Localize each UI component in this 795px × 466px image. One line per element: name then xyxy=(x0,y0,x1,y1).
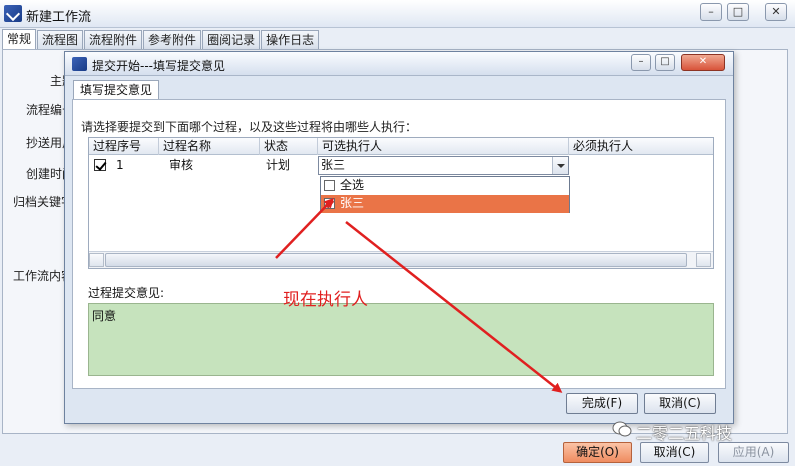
wechat-icon xyxy=(612,421,632,437)
dialog-minimize-icon[interactable]: – xyxy=(631,54,651,71)
dialog-cancel-button[interactable]: 取消(C) xyxy=(644,393,716,414)
process-table: 过程序号 过程名称 状态 可选执行人 必须执行人 1 审核 计划 张三 全选 张… xyxy=(88,137,714,269)
col-required-executor[interactable]: 必须执行人 xyxy=(569,138,713,155)
tab-review-records[interactable]: 圈阅记录 xyxy=(202,30,261,49)
scroll-left-icon[interactable] xyxy=(89,253,104,267)
zhangsan-checkbox[interactable] xyxy=(324,198,335,209)
app-icon xyxy=(4,5,22,22)
window-title: 新建工作流 xyxy=(26,10,92,25)
tab-reference-attachments[interactable]: 参考附件 xyxy=(143,30,202,49)
dropdown-item-select-all[interactable]: 全选 xyxy=(321,177,569,195)
executor-value: 张三 xyxy=(321,158,346,172)
scroll-thumb[interactable] xyxy=(105,253,687,267)
select-all-checkbox[interactable] xyxy=(324,180,335,191)
apply-button[interactable]: 应用(A) xyxy=(718,442,789,463)
row-status: 计划 xyxy=(266,158,291,172)
row-name: 审核 xyxy=(169,158,194,172)
zhangsan-label: 张三 xyxy=(340,196,365,210)
executor-dropdown: 全选 张三 xyxy=(320,176,570,213)
tab-operation-log[interactable]: 操作日志 xyxy=(261,30,320,49)
dialog-maximize-icon[interactable]: □ xyxy=(655,54,675,71)
col-seq[interactable]: 过程序号 xyxy=(89,138,159,155)
outer-cancel-button[interactable]: 取消(C) xyxy=(640,442,709,463)
horizontal-scrollbar[interactable] xyxy=(89,251,713,268)
finish-button[interactable]: 完成(F) xyxy=(566,393,638,414)
opinion-textarea[interactable] xyxy=(88,303,714,376)
tab-general[interactable]: 常规 xyxy=(2,29,37,50)
close-icon[interactable]: ✕ xyxy=(765,3,787,21)
col-status[interactable]: 状态 xyxy=(260,138,318,155)
tab-flow-attachments[interactable]: 流程附件 xyxy=(84,30,143,49)
scroll-right-icon[interactable] xyxy=(696,253,711,267)
row-checkbox[interactable] xyxy=(94,159,106,171)
ok-button[interactable]: 确定(O) xyxy=(563,442,632,463)
row-seq: 1 xyxy=(116,158,124,172)
select-all-label: 全选 xyxy=(340,178,365,192)
instruction-text: 请选择要提交到下面哪个过程，以及这些过程将由哪些人执行： xyxy=(81,120,418,134)
annotation-text: 现在执行人 xyxy=(283,290,368,310)
opinion-label: 过程提交意见: xyxy=(88,286,165,300)
dropdown-item-zhangsan[interactable]: 张三 xyxy=(321,195,569,213)
col-name[interactable]: 过程名称 xyxy=(159,138,260,155)
table-header: 过程序号 过程名称 状态 可选执行人 必须执行人 xyxy=(89,138,713,155)
dialog-close-icon[interactable]: ✕ xyxy=(681,54,725,71)
dialog-title: 提交开始---填写提交意见 xyxy=(92,59,225,73)
maximize-icon[interactable]: □ xyxy=(727,3,749,21)
tab-flowchart[interactable]: 流程图 xyxy=(37,30,84,49)
title-bar: 新建工作流 – □ ✕ xyxy=(0,0,795,28)
dialog-icon xyxy=(72,57,87,71)
dialog-title-bar: 提交开始---填写提交意见 – □ ✕ xyxy=(65,52,733,76)
watermark-text: 二零二五科技 xyxy=(636,424,733,443)
main-tabs: 常规 流程图 流程附件 参考附件 圈阅记录 操作日志 xyxy=(2,29,320,50)
tab-fill-opinion[interactable]: 填写提交意见 xyxy=(73,80,160,100)
col-optional-executor[interactable]: 可选执行人 xyxy=(318,138,569,155)
submit-dialog: 提交开始---填写提交意见 – □ ✕ 填写提交意见 请选择要提交到下面哪个过程… xyxy=(64,51,734,424)
chevron-down-icon[interactable] xyxy=(552,157,568,174)
executor-combobox[interactable]: 张三 xyxy=(318,156,569,175)
minimize-icon[interactable]: – xyxy=(700,3,722,21)
